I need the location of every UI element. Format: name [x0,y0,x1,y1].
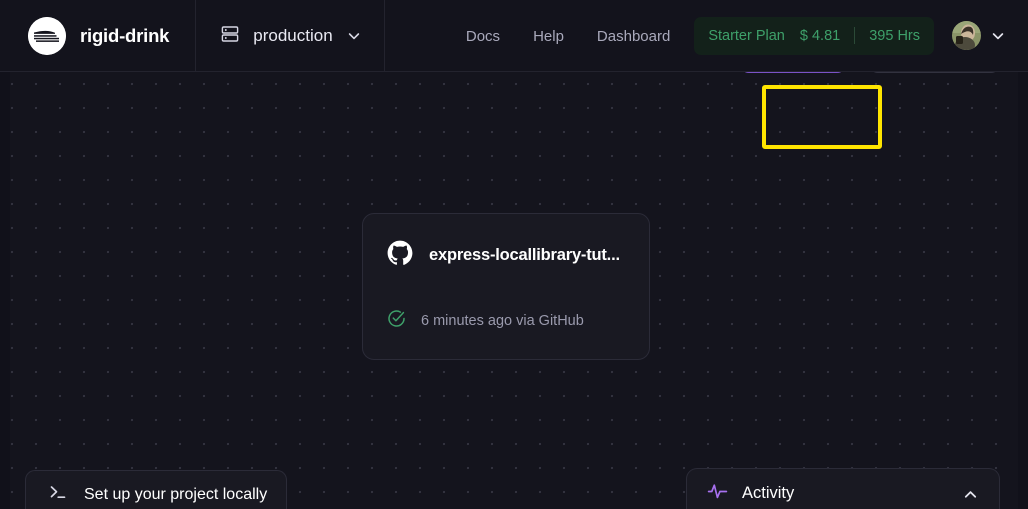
header-nav: Docs Help Dashboard [466,0,694,72]
header-spacer [385,0,466,71]
github-icon [387,240,413,271]
top-header: rigid-drink production Docs Help Dashboa… [0,0,1028,72]
brand-name: rigid-drink [80,25,170,46]
brand-home-link[interactable]: rigid-drink [0,0,197,72]
chevron-down-icon [346,28,362,44]
server-stack-icon [220,24,240,49]
pulse-icon [707,481,728,507]
app-window: rigid-drink production Docs Help Dashboa… [0,0,1028,509]
chevron-down-icon [990,28,1006,44]
nav-link-dashboard[interactable]: Dashboard [597,28,670,45]
user-menu[interactable] [952,21,1028,50]
environment-selector[interactable]: production [196,0,385,72]
check-circle-icon [387,309,406,333]
nav-link-help[interactable]: Help [533,28,564,45]
setup-project-label: Set up your project locally [84,485,268,503]
avatar [952,21,981,50]
environment-name: production [253,26,333,45]
activity-label: Activity [742,484,795,502]
header-account-area: Starter Plan $ 4.81 395 Hrs [694,0,1028,71]
nav-link-docs[interactable]: Docs [466,28,500,45]
train-logo-icon [28,17,66,55]
plan-badge[interactable]: Starter Plan $ 4.81 395 Hrs [694,16,934,55]
project-card[interactable]: express-locallibrary-tut... 6 minutes ag… [362,213,650,360]
plan-name: Starter Plan [708,27,785,44]
plan-amount: $ 4.81 [799,27,841,44]
project-deploy-meta: 6 minutes ago via GitHub [421,313,584,329]
project-card-status: 6 minutes ago via GitHub [387,309,625,333]
project-name: express-locallibrary-tut... [429,246,620,264]
right-gutter [1018,72,1028,509]
left-gutter [0,72,10,509]
setup-project-panel[interactable]: Set up your project locally [25,470,287,509]
chevron-up-icon[interactable] [962,486,978,502]
activity-panel[interactable]: Activity [686,468,1000,509]
terminal-icon [48,482,68,507]
plan-hours: 395 Hrs [869,27,920,44]
plan-divider [854,27,856,44]
project-card-header: express-locallibrary-tut... [387,240,625,271]
